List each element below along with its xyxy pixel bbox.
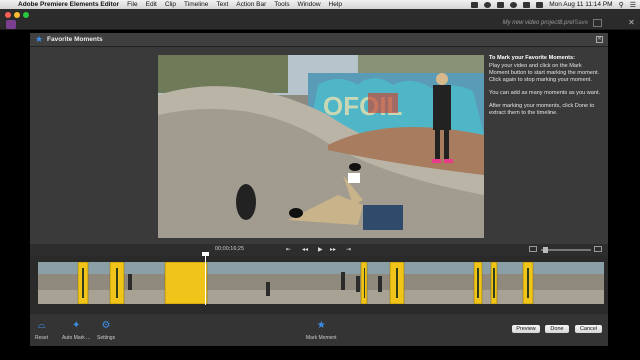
menu-file[interactable]: File	[127, 1, 137, 8]
zoom-window-icon[interactable]	[23, 12, 29, 18]
menu-clip[interactable]: Clip	[165, 1, 176, 8]
premiere-elements-logo	[6, 20, 16, 29]
menu-edit[interactable]: Edit	[146, 1, 157, 8]
instructions-panel: To Mark your Favorite Moments: Play your…	[489, 55, 603, 123]
done-button[interactable]: Done	[545, 325, 569, 333]
gear-icon: ⚙	[101, 320, 111, 331]
video-frame-image: OFOIL	[158, 55, 484, 238]
menu-window[interactable]: Window	[297, 1, 320, 8]
instructions-text: Play your video and click on the Mark Mo…	[489, 63, 600, 83]
project-title: My new video project8.prel	[502, 20, 574, 26]
exit-icon[interactable]: ✕	[627, 19, 636, 27]
time-machine-icon[interactable]	[484, 1, 492, 8]
dialog-header: ★ Favorite Moments ✕	[30, 33, 608, 47]
playhead[interactable]	[205, 253, 206, 305]
menu-action-bar[interactable]: Action Bar	[236, 1, 266, 8]
dialog-title: Favorite Moments	[47, 36, 103, 43]
instructions-text: You can add as many moments as you want.	[489, 90, 601, 96]
go-to-end-icon[interactable]: ⇥	[346, 246, 351, 253]
go-to-start-icon[interactable]: ⇤	[286, 246, 291, 253]
filmstrip-thumbnails	[38, 261, 604, 305]
mark-moment-label: Mark Moment	[306, 335, 337, 341]
dropbox-icon[interactable]	[471, 1, 479, 8]
settings-button[interactable]: ⚙ Settings	[97, 320, 115, 341]
auto-mark-button[interactable]: ✦ Auto Mark ...	[62, 320, 90, 341]
window-controls	[5, 12, 29, 18]
bluetooth-icon[interactable]	[497, 1, 505, 8]
volume-icon[interactable]	[523, 1, 531, 8]
menu-text[interactable]: Text	[216, 1, 228, 8]
reset-label: Reset	[35, 335, 49, 341]
menu-help[interactable]: Help	[329, 1, 342, 8]
timecode[interactable]: 00;00;16;25	[215, 246, 244, 252]
preview-button[interactable]: Preview	[512, 325, 540, 333]
clip-filmstrip[interactable]	[38, 261, 604, 305]
instructions-text: After marking your moments, click Done t…	[489, 103, 595, 116]
close-dialog-icon[interactable]: ✕	[596, 36, 603, 43]
notification-center-icon[interactable]: ☰	[630, 1, 636, 9]
sparkle-icon: ✦	[71, 320, 81, 331]
menu-timeline[interactable]: Timeline	[184, 1, 208, 8]
spotlight-icon[interactable]: ⚲	[619, 1, 624, 9]
zoom-out-icon[interactable]	[529, 246, 537, 252]
menu-bar: Adobe Premiere Elements Editor File Edit…	[0, 0, 640, 9]
menu-tools[interactable]: Tools	[274, 1, 289, 8]
mark-moment-button[interactable]: ★ Mark Moment	[306, 320, 337, 341]
zoom-in-icon[interactable]	[594, 246, 602, 252]
cancel-button[interactable]: Cancel	[575, 325, 602, 333]
close-window-icon[interactable]	[5, 12, 11, 18]
instructions-heading: To Mark your Favorite Moments:	[489, 55, 575, 61]
play-icon[interactable]: ▶	[318, 246, 323, 253]
window-titlebar: My new video project8.prel Save ✕	[0, 9, 640, 30]
zoom-slider-knob[interactable]	[543, 247, 548, 253]
save-button[interactable]: Save	[574, 20, 588, 26]
auto-mark-label: Auto Mark ...	[62, 335, 91, 341]
minimize-window-icon[interactable]	[14, 12, 20, 18]
settings-label: Settings	[97, 335, 116, 341]
reset-icon: ⌓	[37, 320, 46, 331]
video-preview[interactable]: OFOIL	[158, 55, 484, 238]
star-icon: ★	[35, 34, 44, 44]
wifi-icon[interactable]	[510, 1, 518, 8]
step-forward-icon[interactable]: ▸▸	[330, 246, 336, 253]
zoom-slider[interactable]	[541, 247, 591, 253]
battery-icon[interactable]	[536, 1, 544, 8]
clock[interactable]: Mon Aug 11 11:14 PM	[549, 1, 612, 8]
star-icon: ★	[316, 320, 326, 331]
reset-button[interactable]: ⌓ Reset	[35, 320, 48, 341]
panel-toggle-icon[interactable]	[593, 19, 602, 27]
step-back-icon[interactable]: ◂◂	[302, 246, 308, 253]
app-menu[interactable]: Adobe Premiere Elements Editor	[18, 1, 119, 8]
